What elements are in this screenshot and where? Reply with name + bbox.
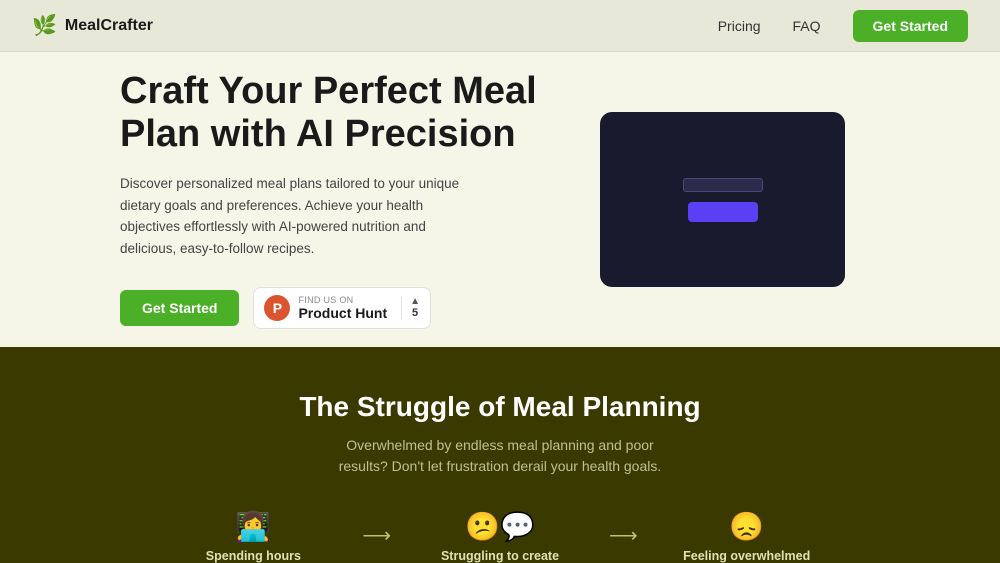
nav-links: Pricing FAQ: [718, 18, 821, 34]
upvote-arrow-icon: ▲: [410, 297, 420, 307]
logo-text: MealCrafter: [65, 17, 153, 35]
mock-input: [683, 178, 763, 192]
step-2-icon: 😕💬: [465, 513, 535, 541]
nav-cta-button[interactable]: Get Started: [853, 10, 968, 42]
struggle-title: The Struggle of Meal Planning: [299, 391, 700, 423]
hero-content: Craft Your Perfect Meal Plan with AI Pre…: [120, 70, 560, 330]
logo-icon: 🌿: [32, 13, 57, 38]
step-item-2: 😕💬 Struggling to create: [407, 513, 594, 563]
steps-row: 👩‍💻 Spending hours ⟶ 😕💬 Struggling to cr…: [160, 513, 840, 563]
step-1-icon: 👩‍💻: [236, 513, 271, 541]
step-item-1: 👩‍💻 Spending hours: [160, 513, 347, 563]
step-arrow-1: ⟶: [347, 513, 407, 548]
product-hunt-score: ▲ 5: [401, 297, 420, 319]
step-arrow-2: ⟶: [593, 513, 653, 548]
logo: 🌿 MealCrafter: [32, 13, 718, 38]
step-1-label: Spending hours: [206, 549, 301, 563]
step-2-label: Struggling to create: [441, 549, 559, 563]
product-hunt-text: FIND US ON Product Hunt: [298, 295, 387, 321]
step-3-label: Feeling overwhelmed: [683, 549, 810, 563]
hero-cta-button[interactable]: Get Started: [120, 290, 239, 326]
upvote-count: 5: [412, 307, 418, 319]
hero-section: Craft Your Perfect Meal Plan with AI Pre…: [0, 52, 1000, 347]
hero-actions: Get Started P FIND US ON Product Hunt ▲ …: [120, 287, 560, 329]
step-3-icon: 😞: [729, 513, 764, 541]
hero-app-screenshot: [600, 112, 845, 287]
product-hunt-badge[interactable]: P FIND US ON Product Hunt ▲ 5: [253, 287, 431, 329]
nav-faq[interactable]: FAQ: [793, 18, 821, 34]
nav-pricing[interactable]: Pricing: [718, 18, 761, 34]
hero-title: Craft Your Perfect Meal Plan with AI Pre…: [120, 70, 560, 157]
mock-screen: [683, 178, 763, 222]
product-hunt-find-label: FIND US ON: [298, 295, 387, 305]
navbar: 🌿 MealCrafter Pricing FAQ Get Started: [0, 0, 1000, 52]
step-item-3: 😞 Feeling overwhelmed: [653, 513, 840, 563]
hero-description: Discover personalized meal plans tailore…: [120, 173, 480, 259]
product-hunt-logo: P: [264, 295, 290, 321]
product-hunt-name: Product Hunt: [298, 305, 387, 321]
struggle-description: Overwhelmed by endless meal planning and…: [330, 435, 670, 477]
struggle-section: The Struggle of Meal Planning Overwhelme…: [0, 347, 1000, 563]
mock-button: [688, 202, 758, 222]
